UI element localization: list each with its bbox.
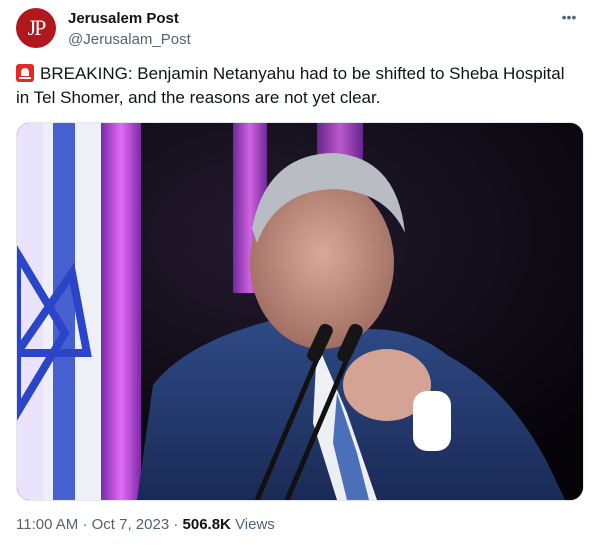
siren-icon: [16, 64, 34, 82]
user-handle[interactable]: @Jerusalam_Post: [68, 31, 191, 48]
more-options-icon[interactable]: •••: [558, 6, 580, 28]
tweet-text: BREAKING: Benjamin Netanyahu had to be s…: [16, 62, 582, 110]
views-count[interactable]: 506.8K: [183, 516, 231, 533]
photo-illustration: [17, 123, 583, 500]
display-name[interactable]: Jerusalem Post: [68, 10, 179, 27]
avatar-monogram: JP: [27, 15, 47, 40]
tweet-date[interactable]: Oct 7, 2023: [92, 516, 170, 533]
tweet-text-line2: in Tel Shomer, and the reasons are not y…: [16, 88, 381, 107]
views-label: Views: [235, 516, 275, 533]
tweet-meta: 11:00 AM · Oct 7, 2023 · 506.8K Views: [16, 516, 275, 533]
meta-separator: ·: [173, 516, 179, 533]
tweet-photo[interactable]: [16, 122, 584, 501]
tweet-time[interactable]: 11:00 AM: [16, 516, 78, 533]
meta-separator: ·: [82, 516, 88, 533]
avatar[interactable]: JP: [16, 8, 56, 48]
tweet-text-line1: BREAKING: Benjamin Netanyahu had to be s…: [40, 64, 565, 83]
